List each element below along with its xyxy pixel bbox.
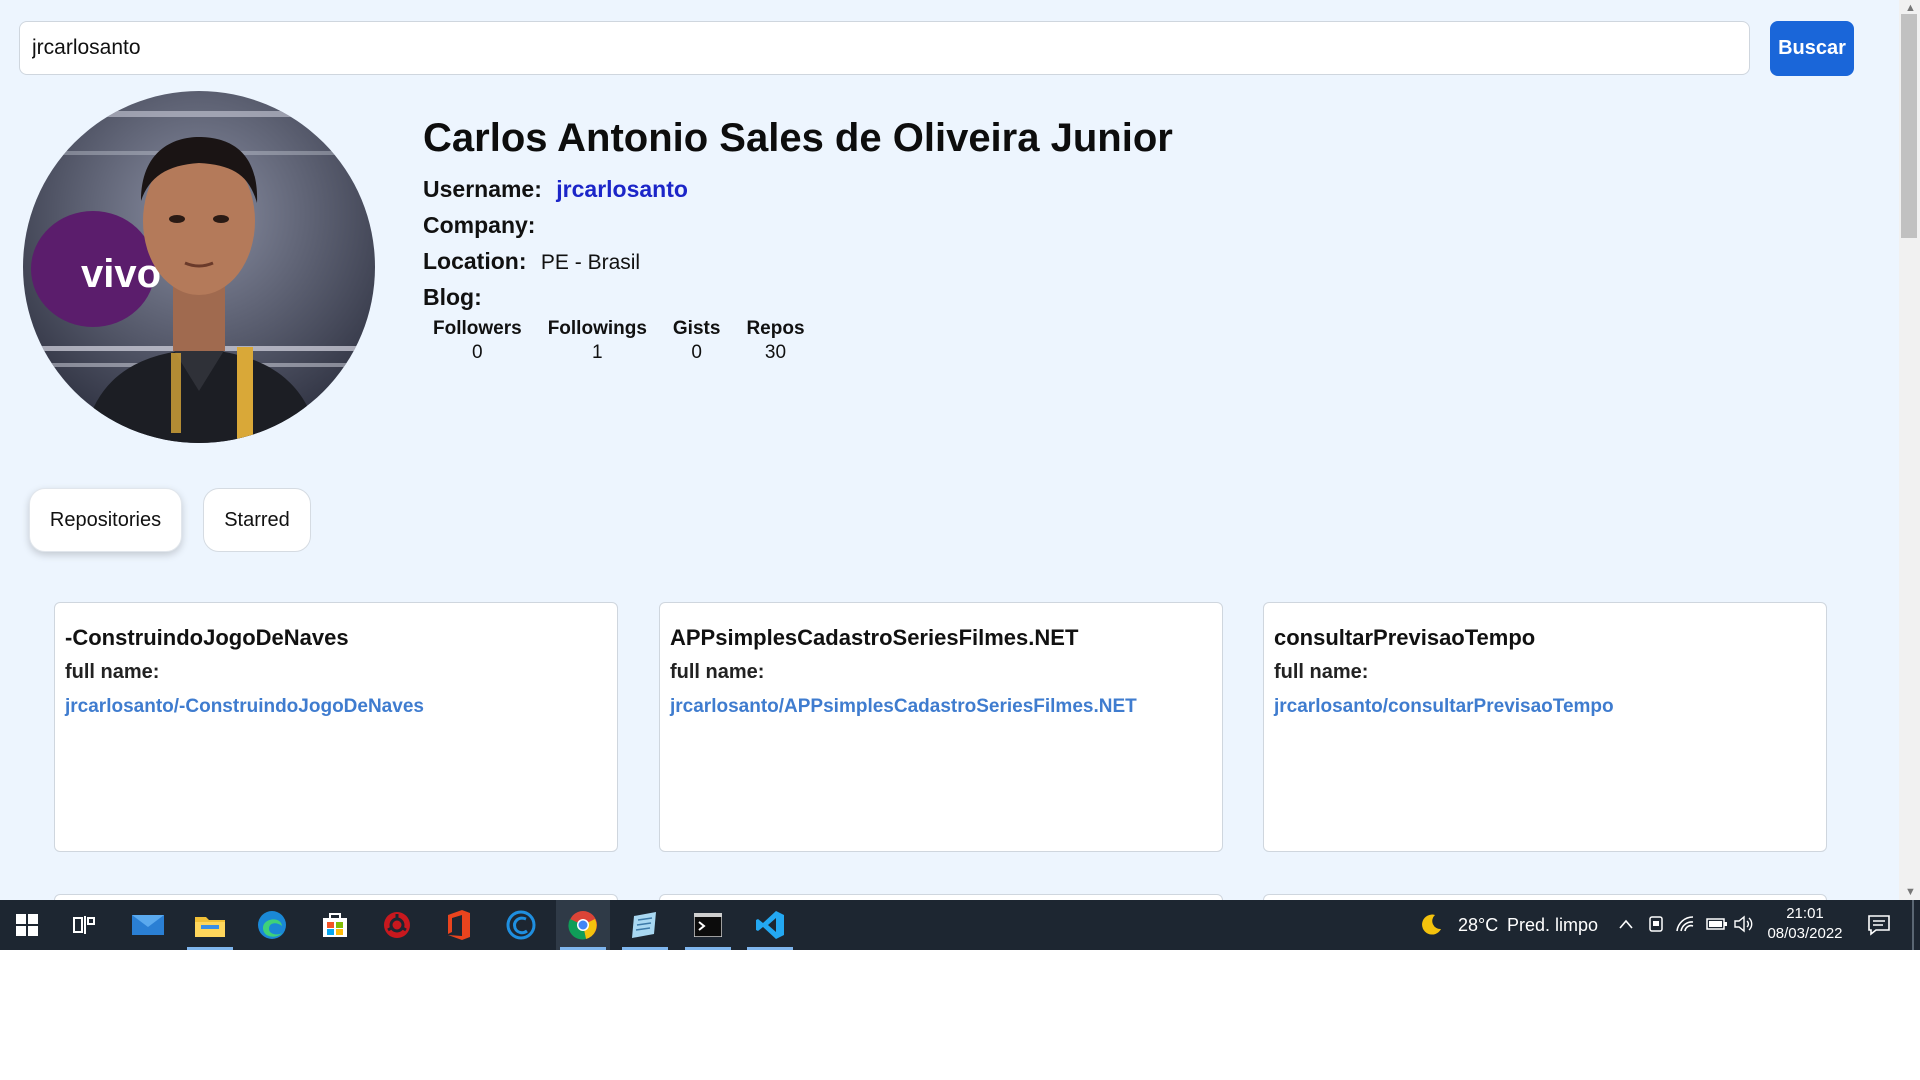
- weather-description[interactable]: Pred. limpo: [1507, 915, 1598, 936]
- username-link[interactable]: jrcarlosanto: [556, 176, 688, 202]
- office-icon[interactable]: [432, 900, 486, 950]
- blog-row: Blog:: [423, 284, 490, 311]
- repo-name: consultarPrevisaoTempo: [1274, 625, 1536, 650]
- active-app-indicator: [187, 947, 233, 950]
- file-explorer-icon[interactable]: [183, 900, 237, 950]
- wifi-icon[interactable]: [1675, 915, 1695, 938]
- blog-label: Blog:: [423, 284, 482, 310]
- company-label: Company:: [423, 212, 536, 238]
- stat-value: 1: [592, 342, 603, 363]
- stat-value: 0: [691, 342, 702, 363]
- weather-temperature[interactable]: 28°C: [1458, 915, 1498, 936]
- search-button[interactable]: Buscar: [1770, 21, 1854, 76]
- stat-label: Gists: [672, 318, 721, 339]
- profile-stats: Followers 0 Followings 1 Gists 0 Repos 3…: [433, 318, 805, 364]
- stat-gists: Gists 0: [673, 318, 721, 364]
- clock-date: 08/03/2022: [1767, 925, 1843, 942]
- browser-viewport: Buscar vivo: [0, 0, 1920, 900]
- repo-card: -ConstruindoJogoDeNaves full name: jrcar…: [54, 602, 618, 852]
- repo-name: APPsimplesCadastroSeriesFilmes.NET: [670, 625, 1079, 650]
- repo-full-name-label: full name:: [65, 661, 160, 683]
- avatar-logo-text: vivo: [81, 252, 161, 296]
- stat-value: 0: [472, 342, 483, 363]
- stat-label: Followings: [547, 318, 647, 339]
- device-icon[interactable]: [1648, 915, 1664, 938]
- notepad-icon[interactable]: [618, 900, 672, 950]
- repo-full-name-label: full name:: [1274, 661, 1369, 683]
- show-desktop-button[interactable]: [1912, 900, 1914, 950]
- active-app-indicator: [685, 947, 731, 950]
- repo-card: consultarPrevisaoTempo full name: jrcarl…: [1263, 602, 1827, 852]
- task-view-icon[interactable]: [57, 900, 111, 950]
- stat-label: Repos: [746, 318, 805, 339]
- antivirus-icon[interactable]: [370, 900, 424, 950]
- active-app-indicator: [560, 947, 606, 950]
- active-app-indicator: [747, 947, 793, 950]
- show-hidden-icons-chevron-icon[interactable]: [1618, 917, 1634, 935]
- stat-followers: Followers 0: [433, 318, 522, 364]
- weather-moon-icon[interactable]: [1419, 913, 1443, 942]
- username-row: Username: jrcarlosanto: [423, 176, 688, 203]
- chrome-icon[interactable]: [556, 900, 610, 950]
- volume-icon[interactable]: [1733, 915, 1755, 938]
- vscode-icon[interactable]: [743, 900, 797, 950]
- edge-icon[interactable]: [245, 900, 299, 950]
- tab-repositories[interactable]: Repositories: [29, 488, 182, 552]
- location-row: Location: PE - Brasil: [423, 248, 640, 275]
- microsoft-store-icon[interactable]: [308, 900, 362, 950]
- terminal-icon[interactable]: [681, 900, 735, 950]
- clock[interactable]: 21:01 08/03/2022: [1762, 904, 1848, 944]
- ccleaner-icon[interactable]: [494, 900, 548, 950]
- stat-value: 30: [764, 342, 787, 363]
- windows-taskbar: 28°C Pred. limpo 21:01 08/03/2022: [0, 900, 1920, 950]
- scroll-up-arrow-icon[interactable]: ▲: [1905, 2, 1916, 14]
- repo-name: -ConstruindoJogoDeNaves: [65, 625, 349, 650]
- stat-repos: Repos 30: [746, 318, 804, 364]
- location-value: PE - Brasil: [540, 251, 641, 274]
- active-app-indicator: [622, 947, 668, 950]
- repo-full-name-link[interactable]: jrcarlosanto/consultarPrevisaoTempo: [1274, 696, 1816, 718]
- repo-full-name-link[interactable]: jrcarlosanto/APPsimplesCadastroSeriesFil…: [670, 696, 1212, 718]
- clock-time: 21:01: [1786, 905, 1824, 922]
- scroll-down-arrow-icon[interactable]: ▼: [1905, 886, 1916, 898]
- repo-full-name-label: full name:: [670, 661, 765, 683]
- search-input[interactable]: [19, 21, 1750, 75]
- username-label: Username:: [423, 176, 542, 202]
- battery-icon[interactable]: [1706, 917, 1728, 936]
- repo-full-name-link[interactable]: jrcarlosanto/-ConstruindoJogoDeNaves: [65, 696, 607, 718]
- profile-name: Carlos Antonio Sales de Oliveira Junior: [423, 116, 1173, 160]
- page-scrollbar[interactable]: ▲ ▼: [1899, 0, 1920, 900]
- tab-starred[interactable]: Starred: [203, 488, 311, 552]
- stat-label: Followers: [433, 318, 522, 339]
- location-label: Location:: [423, 248, 527, 274]
- company-row: Company:: [423, 212, 543, 239]
- repo-card: APPsimplesCadastroSeriesFilmes.NET full …: [659, 602, 1223, 852]
- notification-center-icon[interactable]: [1867, 913, 1891, 942]
- stat-followings: Followings 1: [548, 318, 647, 364]
- scrollbar-thumb[interactable]: [1901, 14, 1917, 238]
- windows-start-icon[interactable]: [0, 900, 54, 950]
- avatar: vivo: [23, 91, 375, 443]
- mail-icon[interactable]: [121, 900, 175, 950]
